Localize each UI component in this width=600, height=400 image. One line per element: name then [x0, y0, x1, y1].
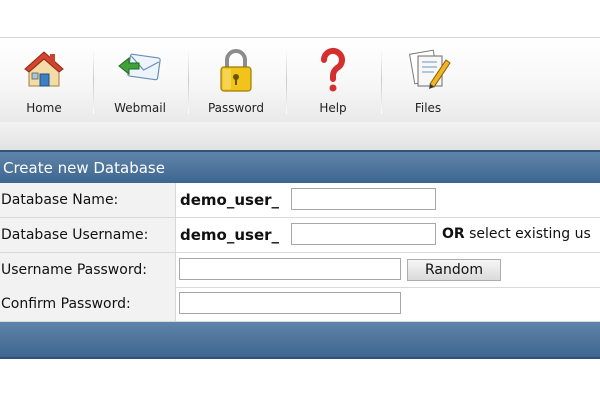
- toolbar: Home Webmail Password Help Files: [0, 37, 600, 123]
- label-cell: Database Name:: [0, 183, 176, 217]
- form-row-database-username: Database Username: demo_user_ OR select …: [0, 218, 600, 253]
- toolbar-home-label: Home: [26, 101, 62, 115]
- help-icon: [320, 47, 345, 92]
- confirm-password-input[interactable]: [179, 292, 401, 314]
- toolbar-webmail-button[interactable]: Webmail: [106, 38, 174, 123]
- toolbar-password-button[interactable]: Password: [200, 38, 272, 123]
- files-icon: [408, 49, 451, 89]
- username-password-input[interactable]: [179, 258, 401, 280]
- database-name-prefix: demo_user_: [180, 191, 280, 209]
- toolbar-files-label: Files: [414, 101, 442, 115]
- label-cell: Confirm Password:: [0, 287, 176, 321]
- toolbar-password-label: Password: [207, 101, 265, 115]
- panel-title: Create new Database: [3, 159, 165, 177]
- database-username-input[interactable]: [291, 223, 436, 245]
- toolbar-divider-band: [0, 122, 600, 150]
- lock-icon: [220, 49, 252, 92]
- form-row-confirm-password: Confirm Password:: [0, 287, 600, 322]
- panel-header: Create new Database: [0, 150, 600, 183]
- toolbar-help-button[interactable]: Help: [305, 38, 361, 123]
- form-row-database-name: Database Name: demo_user_: [0, 183, 600, 218]
- select-existing-user-text[interactable]: OR select existing us: [442, 226, 591, 242]
- home-icon: [24, 51, 64, 87]
- toolbar-help-label: Help: [319, 101, 347, 115]
- label-cell: Database Username:: [0, 218, 176, 252]
- toolbar-files-button[interactable]: Files: [398, 38, 458, 123]
- form-row-username-password: Username Password: Random: [0, 253, 600, 288]
- database-username-prefix: demo_user_: [180, 226, 280, 244]
- toolbar-separator: [381, 48, 382, 114]
- confirm-password-label: Confirm Password:: [1, 296, 131, 312]
- panel-footer: [0, 322, 600, 359]
- toolbar-separator: [188, 48, 189, 114]
- mail-icon: [118, 53, 161, 81]
- database-name-input[interactable]: [291, 188, 436, 210]
- or-label: OR: [442, 226, 465, 242]
- label-cell: Username Password:: [0, 253, 176, 287]
- database-name-label: Database Name:: [1, 192, 119, 208]
- toolbar-home-button[interactable]: Home: [14, 38, 74, 123]
- toolbar-separator: [286, 48, 287, 114]
- username-password-label: Username Password:: [1, 262, 147, 278]
- toolbar-webmail-label: Webmail: [114, 101, 166, 115]
- toolbar-separator: [93, 48, 94, 114]
- database-username-label: Database Username:: [1, 227, 149, 243]
- select-existing-label: select existing us: [464, 226, 591, 242]
- random-password-button[interactable]: Random: [407, 259, 501, 281]
